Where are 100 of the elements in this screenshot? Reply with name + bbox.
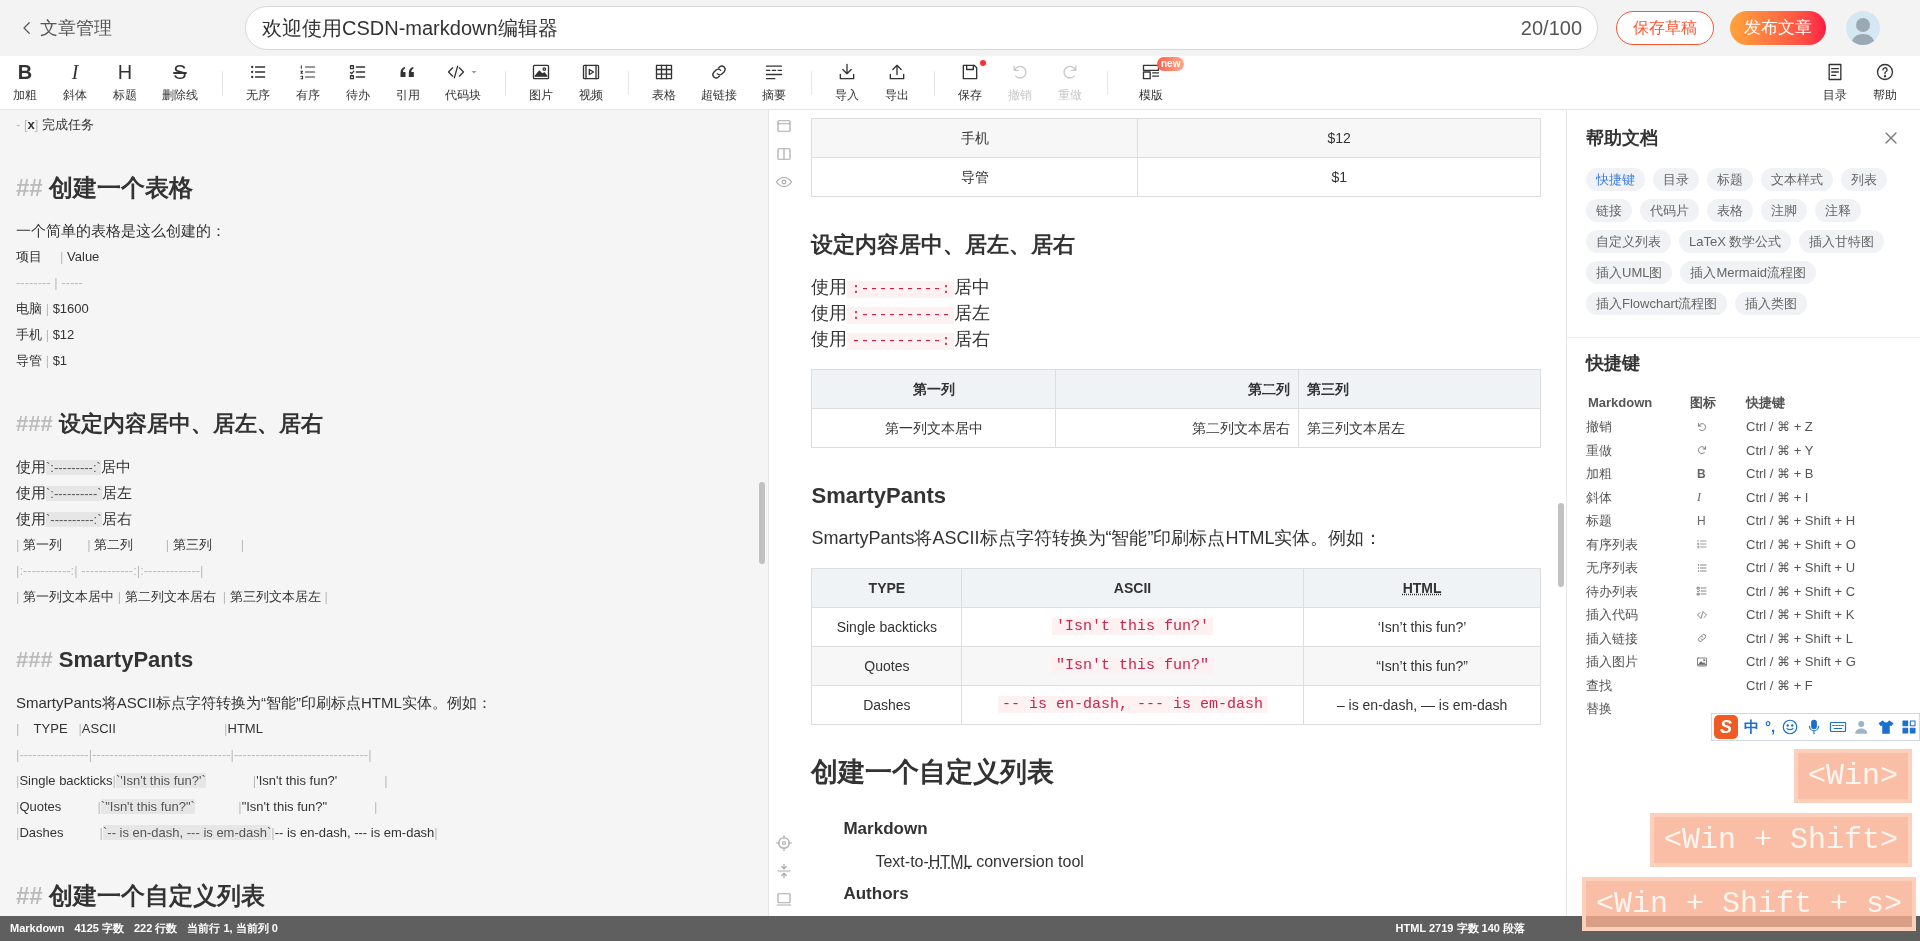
code-icon [1696,608,1708,621]
help-tag[interactable]: LaTeX 数学公式 [1679,230,1792,253]
table-cell: $12 [1137,118,1541,158]
italic-icon: I [71,61,79,82]
ime-label[interactable]: °, [1765,715,1776,739]
markdown-line: -------- | ----- [16,274,84,292]
markdown-line: | 第一列文本居中 | 第二列文本居右 | 第三列文本居左 | [16,588,329,606]
status-text: 4125 字数 [74,921,124,937]
ime-logo: S [1714,715,1738,739]
table-cell: 第一列文本居中 [811,408,1056,448]
help-tag[interactable]: 目录 [1653,168,1699,191]
back-link[interactable]: 文章管理 [18,14,218,42]
table-cell: Quotes [811,646,962,686]
toolbar-button[interactable]: 导入 [822,57,872,108]
preview-paragraph: 使用 :---------: 居中 [811,276,991,300]
toolbar-button[interactable]: I 斜体 [50,57,100,108]
shortcut-keys: Ctrl / ⌘ + Shift + G [1746,652,1856,672]
ime-label[interactable]: 中 [1744,715,1759,739]
definition-term: Markdown [843,818,928,840]
panel-icon[interactable] [775,117,794,135]
toolbar-button[interactable]: 无序 [233,57,283,108]
toolbar-button[interactable]: 目录 [1810,57,1860,108]
toolbar-button[interactable]: 视频 [566,57,616,108]
help-tag[interactable]: 文本样式 [1761,168,1833,191]
toolbar-button[interactable]: 导出 [872,57,922,108]
markdown-line: 一个简单的表格是这么创建的： [16,221,227,241]
toolbar-button[interactable]: 引用 [383,57,433,108]
publish-button[interactable]: 发布文章 [1730,11,1826,45]
columns-icon[interactable] [775,145,794,163]
shirt-icon[interactable] [1877,718,1896,736]
shortcut-action: 无序列表 [1586,559,1639,577]
toolbar-button[interactable]: 有序 [283,57,333,108]
toolbar-button[interactable]: new 模版 [1118,57,1184,108]
table-cell: – is en-dash, — is em-dash [1303,685,1541,725]
toolbar-button[interactable]: B 加粗 [0,57,50,108]
key-overlay: <Win + Shift> [1649,813,1912,867]
markdown-heading: ## 创建一个表格 [16,173,195,203]
grid-icon[interactable] [1901,719,1918,735]
toolbar-button[interactable]: 待办 [333,57,383,108]
table-cell: Single backticks [811,607,962,647]
markdown-line: |Single backticks|`'Isn't this fun?'` |'Isn't this fun?' | [16,772,389,790]
scrollbar[interactable] [1558,503,1564,587]
help-tag[interactable]: 插入UML图 [1586,261,1673,284]
shortcut-action: 加粗 [1586,465,1613,483]
toolbar-button[interactable]: 表格 [639,57,689,108]
toolbar-button[interactable]: 图片 [516,57,566,108]
help-tag[interactable]: 快捷键 [1586,168,1645,191]
help-tag[interactable]: 注脚 [1761,199,1807,222]
table-cell: $1 [1137,157,1541,197]
markdown-line: 使用`----------:`居右 [16,509,133,529]
help-tag[interactable]: 表格 [1707,199,1753,222]
bulleted-list-icon [1696,561,1708,574]
column-header: 快捷键 [1746,394,1785,413]
toolbar-button[interactable]: 帮助 [1860,57,1910,108]
toolbar-button[interactable]: 摘要 [749,57,799,108]
shortcut-keys: Ctrl / ⌘ + I [1746,487,1809,507]
toolbar-button[interactable]: S 删除线 [150,57,210,108]
bold-icon: B [17,61,33,82]
monitor-icon[interactable] [775,890,794,908]
shortcut-keys: Ctrl / ⌘ + Shift + O [1746,534,1856,554]
toolbar-button[interactable]: 超链接 [689,57,749,108]
markdown-line: | TYPE |ASCII |HTML [16,720,264,738]
markdown-line: SmartyPants将ASCII标点字符转换为“智能”印刷标点HTML实体。例如： [16,693,493,713]
toolbar-button[interactable]: 代码块 [433,57,493,108]
toolbar-button[interactable]: H 标题 [100,57,150,108]
help-tag[interactable]: 自定义列表 [1586,230,1671,253]
help-tag[interactable]: 链接 [1586,199,1632,222]
help-tag[interactable]: 插入类图 [1735,292,1808,315]
shortcut-keys: Ctrl / ⌘ + Shift + L [1746,628,1853,648]
help-tag[interactable]: 列表 [1841,168,1887,191]
markdown-line: |Dashes |`-- is en-dash, --- is em-dash`|-- is en-dash, --- is em-dash| [16,824,439,842]
save-draft-button[interactable]: 保存草稿 [1616,11,1714,45]
shortcut-action: 撤销 [1586,418,1613,436]
link-icon [1696,632,1708,645]
help-tag[interactable]: 标题 [1707,168,1753,191]
crosshair-icon[interactable] [775,834,794,852]
help-tag[interactable]: 插入Flowchart流程图 [1586,292,1728,315]
table-cell: Dashes [811,685,962,725]
shortcut-action: 插入链接 [1586,629,1639,648]
help-tag[interactable]: 代码片 [1640,199,1699,222]
help-tag[interactable]: 注释 [1815,199,1861,222]
section-heading: 快捷键 [1586,352,1641,375]
markdown-line: 项目 | Value [16,248,101,266]
new-badge: new [1157,56,1185,71]
help-tag[interactable]: 插入Mermaid流程图 [1680,261,1817,284]
scrollbar[interactable] [758,482,765,564]
definition-term: Authors [843,883,909,905]
help-tag[interactable]: 插入甘特图 [1799,230,1885,253]
shortcut-action: 插入代码 [1586,606,1639,624]
preview-heading: 设定内容居中、居左、居右 [811,231,1076,259]
markdown-line: |:-----------:| ------------:|:-------------| [16,562,205,580]
toolbar-button[interactable]: 保存 [945,57,995,108]
preview-paragraph: 使用 :---------- 居左 [811,302,991,326]
markdown-line: |----------------|--------------------------------|-------------------------------| [16,746,373,764]
shortcut-action: 待办列表 [1586,582,1639,601]
shortcut-keys: Ctrl / ⌘ + F [1746,675,1813,695]
preview-heading: 创建一个自定义列表 [811,756,1055,789]
smiley-icon[interactable] [1781,718,1800,736]
shortcut-keys: Ctrl / ⌘ + B [1746,464,1814,484]
avatar [1846,11,1880,45]
